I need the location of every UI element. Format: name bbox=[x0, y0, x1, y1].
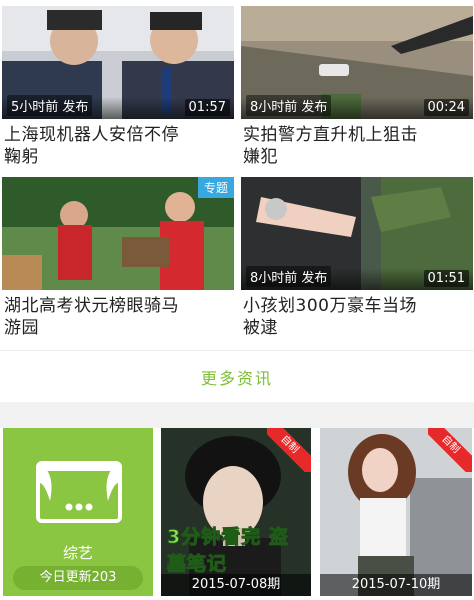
corner-badge-text: 自制 bbox=[267, 428, 311, 472]
variety-category-tile[interactable]: 综艺 今日更新203 bbox=[3, 428, 153, 596]
news-title-line: 游园 bbox=[4, 318, 39, 338]
more-news-row: 更多资讯 bbox=[0, 350, 474, 402]
self-made-corner-badge: 自制 bbox=[428, 428, 472, 472]
episode-date: 2015-07-08期 bbox=[161, 574, 311, 596]
daily-update-pill[interactable]: 今日更新203 bbox=[13, 566, 143, 590]
video-thumbnail[interactable]: 8小时前 发布 01:51 bbox=[241, 177, 473, 290]
news-title-line: 鞠躬 bbox=[4, 147, 39, 167]
video-thumbnail[interactable]: 5小时前 发布 01:57 bbox=[2, 6, 234, 119]
video-thumbnail[interactable]: 专题 bbox=[2, 177, 234, 290]
news-title-line: 实拍警方直升机上狙击 bbox=[243, 125, 418, 145]
news-title[interactable]: 实拍警方直升机上狙击 嫌犯 bbox=[241, 124, 473, 168]
publish-time: 8小时前 发布 bbox=[246, 95, 332, 116]
poster-caption: 3分钟看完 盗墓笔记 bbox=[167, 526, 289, 576]
news-title-line: 上海现机器人安倍不停 bbox=[4, 125, 179, 145]
video-duration: 01:51 bbox=[423, 270, 469, 287]
corner-badge-text: 自制 bbox=[428, 428, 472, 472]
news-card[interactable]: 5小时前 发布 01:57 上海现机器人安倍不停 鞠躬 bbox=[2, 6, 234, 168]
news-card[interactable]: 专题 湖北高考状元榜眼骑马 游园 bbox=[2, 177, 234, 339]
video-tile[interactable]: 自制 3分钟看完 盗墓笔记 2015-07-08期 bbox=[161, 428, 311, 596]
news-card[interactable]: 8小时前 发布 01:51 小孩划300万豪车当场 被逮 bbox=[241, 177, 473, 339]
publish-time: 8小时前 发布 bbox=[246, 266, 332, 287]
more-news-link[interactable]: 更多资讯 bbox=[201, 365, 273, 389]
news-title-line: 被逮 bbox=[243, 318, 278, 338]
news-title[interactable]: 上海现机器人安倍不停 鞠躬 bbox=[2, 124, 234, 168]
self-made-corner-badge: 自制 bbox=[267, 428, 311, 472]
news-title[interactable]: 小孩划300万豪车当场 被逮 bbox=[241, 295, 473, 339]
variety-label: 综艺 bbox=[62, 544, 93, 562]
news-title-line: 小孩划300万豪车当场 bbox=[243, 296, 417, 316]
video-duration: 00:24 bbox=[423, 99, 469, 116]
news-title-line: 湖北高考状元榜眼骑马 bbox=[4, 296, 179, 316]
video-thumbnail[interactable]: 8小时前 发布 00:24 bbox=[241, 6, 473, 119]
section-divider bbox=[0, 402, 474, 428]
topic-badge: 专题 bbox=[197, 177, 234, 198]
episode-date: 2015-07-10期 bbox=[320, 574, 472, 596]
video-tile[interactable]: 自制 2015-07-10期 bbox=[320, 428, 472, 596]
news-title-line: 嫌犯 bbox=[243, 147, 278, 167]
publish-time: 5小时前 发布 bbox=[7, 95, 93, 116]
news-card[interactable]: 8小时前 发布 00:24 实拍警方直升机上狙击 嫌犯 bbox=[241, 6, 473, 168]
video-duration: 01:57 bbox=[184, 99, 230, 116]
stage-curtain-icon bbox=[36, 461, 122, 523]
news-title[interactable]: 湖北高考状元榜眼骑马 游园 bbox=[2, 295, 234, 339]
